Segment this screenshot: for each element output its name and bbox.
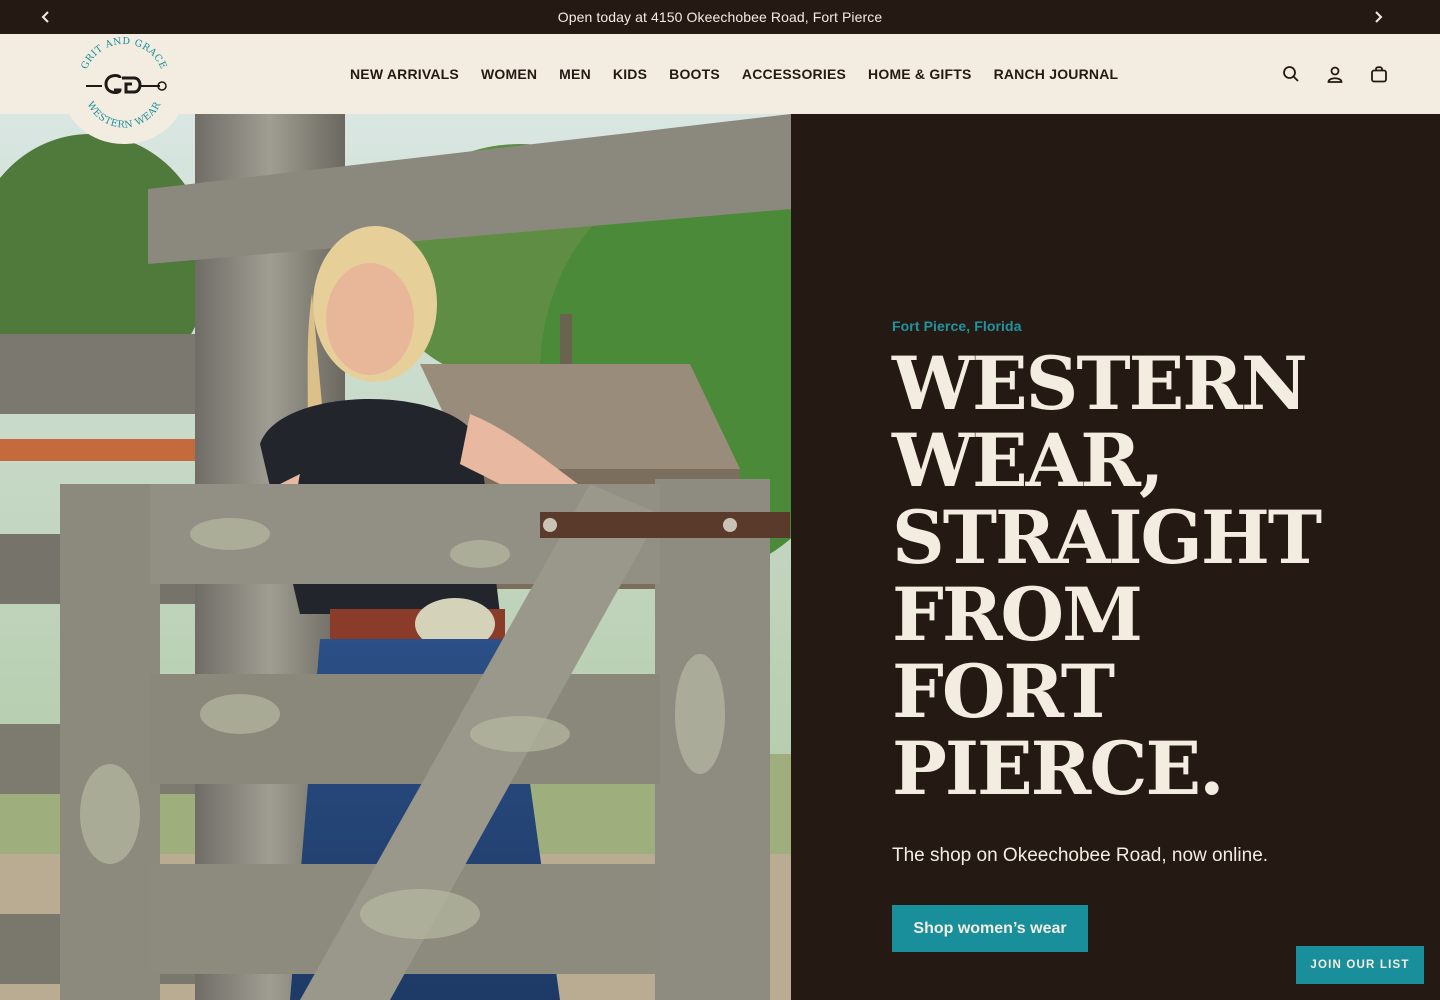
nav-item-home-gifts[interactable]: HOME & GIFTS	[868, 66, 972, 82]
main-nav: NEW ARRIVALS WOMEN MEN KIDS BOOTS ACCESS…	[350, 34, 1118, 114]
shop-womens-button[interactable]: Shop women’s wear	[892, 905, 1088, 952]
hero-eyebrow: Fort Pierce, Florida	[892, 318, 1022, 334]
hero-copy: Fort Pierce, Florida WESTERN WEAR, STRAI…	[892, 318, 1412, 808]
chevron-left-icon[interactable]	[29, 0, 63, 34]
nav-item-men[interactable]: MEN	[559, 66, 591, 82]
announcement-text: Open today at 4150 Okeechobee Road, Fort…	[557, 9, 883, 25]
join-list-button[interactable]: JOIN OUR LIST	[1296, 946, 1424, 984]
search-icon[interactable]	[1280, 63, 1302, 85]
site-header: NEW ARRIVALS WOMEN MEN KIDS BOOTS ACCESS…	[0, 34, 1440, 114]
nav-item-kids[interactable]: KIDS	[613, 66, 647, 82]
nav-item-boots[interactable]: BOOTS	[669, 66, 720, 82]
nav-item-ranch-journal[interactable]: RANCH JOURNAL	[994, 66, 1119, 82]
hero-image	[0, 114, 791, 1000]
hero-subhead: The shop on Okeechobee Road, now online.	[892, 845, 1269, 866]
hero-headline: WESTERN WEAR, STRAIGHT FROM FORT PIERCE.	[892, 341, 1322, 812]
announcement-bar: Open today at 4150 Okeechobee Road, Fort…	[0, 0, 1440, 34]
account-icon[interactable]	[1324, 63, 1346, 85]
chevron-right-icon[interactable]	[1361, 0, 1395, 34]
nav-item-women[interactable]: WOMEN	[481, 66, 537, 82]
nav-item-new-arrivals[interactable]: NEW ARRIVALS	[350, 66, 459, 82]
header-icons	[1280, 34, 1390, 114]
nav-item-accessories[interactable]: ACCESSORIES	[742, 66, 846, 82]
brand-logo[interactable]: GRIT AND GRACE WESTERN WEAR	[62, 34, 186, 144]
cart-icon[interactable]	[1368, 63, 1390, 85]
